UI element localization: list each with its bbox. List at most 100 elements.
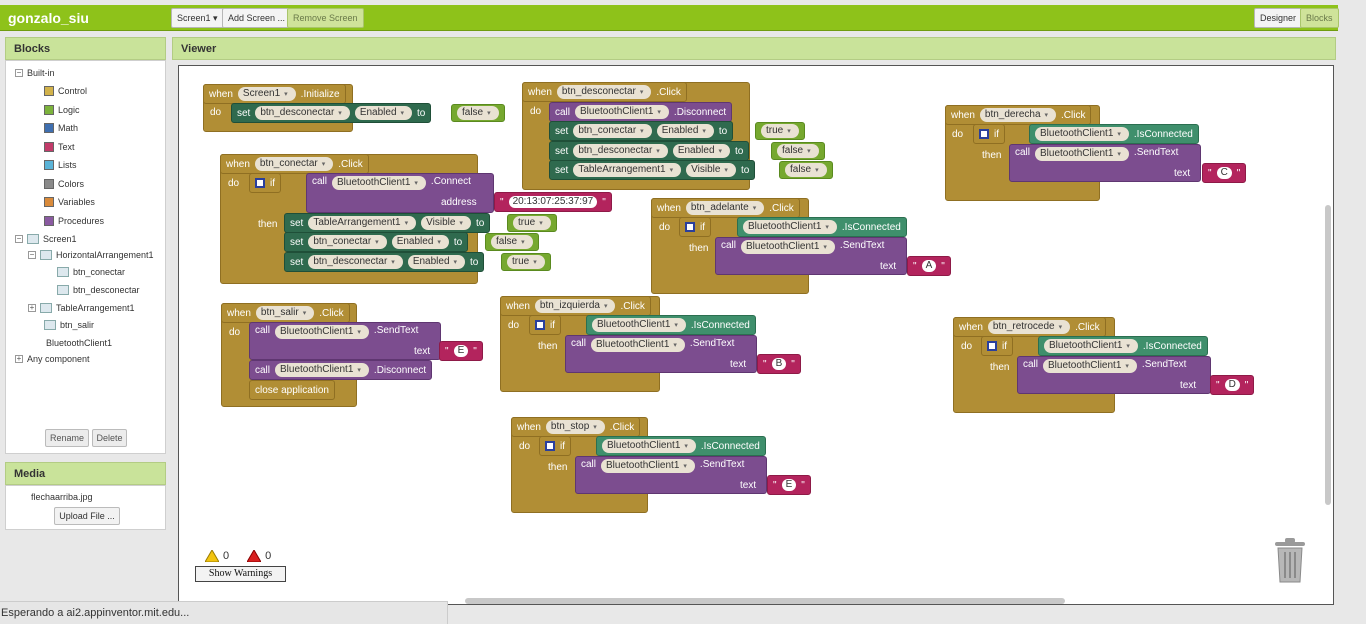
blocks-panel: − Built-in Control Logic Math Text Lists …: [5, 60, 166, 454]
if-block[interactable]: if: [679, 217, 711, 237]
text-literal[interactable]: " D ": [1210, 375, 1255, 395]
set-block[interactable]: setTableArrangement1Visibleto: [284, 213, 491, 233]
event-header[interactable]: whenbtn_izquierda.Click: [500, 296, 651, 316]
tree-btn-salir[interactable]: btn_salir: [44, 320, 94, 330]
then-label: then: [548, 461, 568, 473]
bool-true[interactable]: true: [501, 253, 551, 271]
screen-icon: [27, 234, 39, 244]
tree-screen1[interactable]: − Screen1: [15, 234, 77, 244]
tree-horizontalarrangement1[interactable]: − HorizontalArrangement1: [28, 250, 154, 260]
bool-false[interactable]: false: [451, 104, 505, 122]
collapse-icon[interactable]: −: [28, 251, 36, 259]
bool-true[interactable]: true: [507, 214, 557, 232]
blocks-workspace[interactable]: whenScreen1.Initialize do setbtn_descone…: [178, 65, 1334, 605]
text-literal[interactable]: " E ": [767, 475, 811, 495]
event-header[interactable]: whenbtn_retrocede.Click: [953, 317, 1106, 337]
address-param-label: address: [441, 196, 477, 208]
warnings-indicator: 0 0: [205, 550, 271, 562]
event-header[interactable]: whenbtn_conectar.Click: [220, 154, 369, 174]
event-header[interactable]: whenbtn_derecha.Click: [945, 105, 1092, 125]
set-block[interactable]: setbtn_conectarEnabledto: [284, 232, 469, 252]
tree-btn-desconectar[interactable]: btn_desconectar: [57, 285, 140, 295]
screen-select-button[interactable]: Screen1 ▾: [171, 8, 224, 28]
upload-file-button[interactable]: Upload File ...: [54, 507, 120, 525]
expand-icon[interactable]: +: [28, 304, 36, 312]
blocks-panel-header: Blocks: [5, 37, 166, 60]
category-colors[interactable]: Colors: [44, 179, 84, 189]
add-screen-button[interactable]: Add Screen ...: [222, 8, 292, 28]
if-block[interactable]: if: [529, 315, 561, 335]
bool-true[interactable]: true: [755, 122, 805, 140]
mutator-gear-icon[interactable]: [979, 129, 989, 139]
trash-icon[interactable]: [1271, 536, 1309, 584]
bool-false[interactable]: false: [771, 142, 825, 160]
is-connected-block[interactable]: BluetoothClient1.IsConnected: [1029, 124, 1199, 144]
rename-button[interactable]: Rename: [45, 429, 89, 447]
category-math[interactable]: Math: [44, 123, 78, 133]
tree-builtin[interactable]: − Built-in: [15, 68, 55, 78]
set-block[interactable]: setbtn_desconectarEnabledto: [549, 141, 750, 161]
do-label: do: [961, 340, 973, 352]
text-param-label: text: [1180, 379, 1197, 391]
event-header[interactable]: whenScreen1.Initialize: [203, 84, 346, 104]
delete-button[interactable]: Delete: [92, 429, 127, 447]
category-variables[interactable]: Variables: [44, 197, 95, 207]
vertical-scrollbar[interactable]: [1325, 205, 1331, 505]
is-connected-block[interactable]: BluetoothClient1.IsConnected: [737, 217, 907, 237]
call-disconnect-block[interactable]: callBluetoothClient1.Disconnect: [549, 102, 733, 122]
do-label: do: [519, 440, 531, 452]
show-warnings-button[interactable]: Show Warnings: [195, 566, 286, 582]
if-block[interactable]: if: [249, 173, 281, 193]
procedures-swatch-icon: [44, 216, 54, 226]
category-text[interactable]: Text: [44, 142, 75, 152]
text-literal[interactable]: " B ": [757, 354, 801, 374]
close-application-block[interactable]: close application: [249, 380, 335, 400]
text-literal[interactable]: " C ": [1202, 163, 1247, 183]
is-connected-block[interactable]: BluetoothClient1.IsConnected: [586, 315, 756, 335]
tree-bluetoothclient1[interactable]: BluetoothClient1: [46, 338, 112, 348]
mutator-gear-icon[interactable]: [685, 222, 695, 232]
remove-screen-button[interactable]: Remove Screen: [287, 8, 364, 28]
if-block[interactable]: if: [539, 436, 571, 456]
is-connected-block[interactable]: BluetoothClient1.IsConnected: [596, 436, 766, 456]
event-header[interactable]: whenbtn_adelante.Click: [651, 198, 800, 218]
mutator-gear-icon[interactable]: [545, 441, 555, 451]
tree-tablearrangement1[interactable]: + TableArrangement1: [28, 303, 135, 313]
blocks-button[interactable]: Blocks: [1300, 8, 1339, 28]
if-block[interactable]: if: [973, 124, 1005, 144]
is-connected-block[interactable]: BluetoothClient1.IsConnected: [1038, 336, 1208, 356]
bool-false[interactable]: false: [485, 233, 539, 251]
set-block[interactable]: setbtn_conectarEnabledto: [549, 121, 734, 141]
tree-any-component[interactable]: + Any component: [15, 354, 90, 364]
set-block[interactable]: setTableArrangement1Visibleto: [549, 160, 756, 180]
top-bar: gonzalo_siu Screen1 ▾ Add Screen ... Rem…: [0, 5, 1339, 31]
mutator-gear-icon[interactable]: [987, 341, 997, 351]
event-header[interactable]: whenbtn_stop.Click: [511, 417, 641, 437]
mutator-gear-icon[interactable]: [255, 178, 265, 188]
address-literal[interactable]: " 20:13:07:25:37:97 ": [494, 192, 612, 212]
app-title: gonzalo_siu: [8, 10, 89, 26]
horizontal-scrollbar[interactable]: [465, 598, 1065, 604]
collapse-icon[interactable]: −: [15, 69, 23, 77]
text-param-label: text: [740, 479, 757, 491]
event-header[interactable]: whenbtn_desconectar.Click: [522, 82, 687, 102]
text-literal[interactable]: " E ": [439, 341, 483, 361]
category-logic[interactable]: Logic: [44, 105, 80, 115]
do-label: do: [659, 221, 671, 233]
expand-icon[interactable]: +: [15, 355, 23, 363]
media-file[interactable]: flechaarriba.jpg: [31, 492, 93, 502]
text-literal[interactable]: " A ": [907, 256, 951, 276]
category-control[interactable]: Control: [44, 86, 87, 96]
tree-btn-conectar[interactable]: btn_conectar: [57, 267, 125, 277]
event-header[interactable]: whenbtn_salir.Click: [221, 303, 350, 323]
bool-false[interactable]: false: [779, 161, 833, 179]
if-block[interactable]: if: [981, 336, 1013, 356]
collapse-icon[interactable]: −: [15, 235, 23, 243]
category-procedures[interactable]: Procedures: [44, 216, 104, 226]
category-lists[interactable]: Lists: [44, 160, 77, 170]
designer-button[interactable]: Designer: [1254, 8, 1303, 28]
call-disconnect-block[interactable]: callBluetoothClient1.Disconnect: [249, 360, 433, 380]
set-block[interactable]: setbtn_desconectarEnabledto: [231, 103, 432, 123]
mutator-gear-icon[interactable]: [535, 320, 545, 330]
set-block[interactable]: setbtn_desconectarEnabledto: [284, 252, 485, 272]
